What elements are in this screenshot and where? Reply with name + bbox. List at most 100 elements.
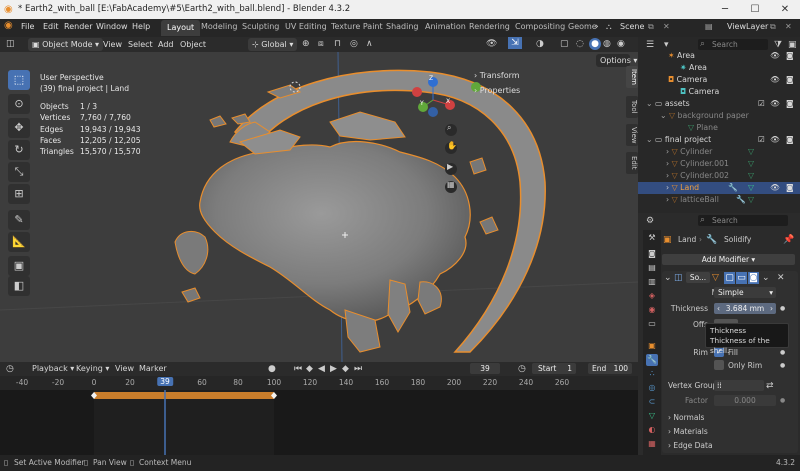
outliner[interactable]: ☰ ▾ Search ⌕ ⧩ ▣ ✶ Area 👁 ◙ ✷ Area ◘ Camer… xyxy=(638,37,800,213)
list-item[interactable]: › ▽ latticeBall 🔧 ▽ xyxy=(638,194,800,206)
edge-data-subpanel[interactable]: › Edge Data xyxy=(668,441,713,450)
eye-icon[interactable]: 👁 xyxy=(770,50,780,62)
cursor-icon[interactable]: ⊙ xyxy=(8,94,30,114)
render-tab-icon[interactable]: ◙ xyxy=(646,248,658,260)
rotate-icon[interactable]: ↻ xyxy=(8,140,30,160)
tool-tab-icon[interactable]: ⚒ xyxy=(646,232,658,244)
collection-tab-icon[interactable]: ▭ xyxy=(646,318,658,330)
record-icon[interactable]: ● xyxy=(268,363,276,375)
texture-tab-icon[interactable]: ▦ xyxy=(646,438,658,450)
proportional-edit-icon[interactable]: ◎ xyxy=(350,38,358,50)
prev-keyframe-icon[interactable]: ◆ xyxy=(306,363,313,375)
list-item[interactable]: › ▽ Cylinder ▽ xyxy=(638,146,800,158)
shading-solid-icon[interactable]: ● xyxy=(589,38,601,50)
edit-mode-cage-icon[interactable]: ▽ xyxy=(712,272,719,284)
tab-layout[interactable]: Layout xyxy=(161,20,201,36)
modifier-delete-icon[interactable]: ✕ xyxy=(777,272,785,284)
eye-icon[interactable]: 👁 xyxy=(770,98,780,110)
scene-close-icon[interactable]: ✕ xyxy=(663,22,670,31)
keying-menu[interactable]: Keying ▾ xyxy=(76,364,109,373)
increment-icon[interactable]: › xyxy=(770,303,773,314)
menu-select[interactable]: Select xyxy=(124,38,157,51)
next-keyframe-icon[interactable]: ◆ xyxy=(342,363,349,375)
visibility-icon[interactable]: 👁 xyxy=(486,38,497,50)
gizmo-y-label[interactable]: Y xyxy=(420,100,424,107)
eye-icon[interactable]: 👁 xyxy=(770,134,780,146)
gizmo-z-label[interactable]: Z xyxy=(429,75,433,82)
camera-render-icon[interactable]: ◙ xyxy=(786,182,794,194)
timeline-ruler[interactable]: -40 -20 0 20 39 60 80 100 120 140 160 18… xyxy=(0,376,638,390)
modifier-menu-icon[interactable]: ⌄ xyxy=(762,272,770,284)
overlay-toggle-icon[interactable]: ◑ xyxy=(536,38,544,50)
keyframe-dot-icon[interactable]: ● xyxy=(780,360,785,372)
keyframe-dot-icon[interactable]: ● xyxy=(780,395,785,407)
jump-end-icon[interactable]: ⏭ xyxy=(354,363,362,375)
menu-render[interactable]: Render xyxy=(64,22,92,31)
jump-start-icon[interactable]: ⏮ xyxy=(294,363,302,375)
gizmo-x-label[interactable]: X xyxy=(446,98,450,105)
tab-compositing[interactable]: Compositing xyxy=(515,22,565,31)
constraints-tab-icon[interactable]: ⊂ xyxy=(646,396,658,408)
minimize-icon[interactable]: ─ xyxy=(710,0,740,19)
select-box-icon[interactable]: ⬚ xyxy=(8,70,30,90)
snap-target-icon[interactable]: ⊓ xyxy=(334,38,341,50)
only-rim-checkbox[interactable] xyxy=(714,360,724,370)
snap-icon[interactable]: ⧈ xyxy=(318,38,324,50)
falloff-icon[interactable]: ∧ xyxy=(366,38,373,50)
menu-object[interactable]: Object xyxy=(176,38,210,51)
object-tab-icon[interactable]: ▣ xyxy=(646,340,658,352)
camera-render-icon[interactable]: ◙ xyxy=(786,98,794,110)
menu-help[interactable]: Help xyxy=(132,22,150,31)
zoom-icon[interactable]: ⌕ xyxy=(447,123,451,133)
playhead-label[interactable]: 39 xyxy=(157,377,173,386)
editor-type-icon[interactable]: ◫ xyxy=(6,38,15,50)
camera-view-icon[interactable]: ▶ xyxy=(447,162,453,171)
list-item[interactable]: ✶ Area 👁 ◙ xyxy=(638,50,800,62)
viewport-display-icon[interactable]: ▭ xyxy=(736,272,747,284)
list-item[interactable]: ▽ Plane xyxy=(638,122,800,134)
world-tab-icon[interactable]: ◉ xyxy=(646,304,658,316)
properties-editor-icon[interactable]: ⚙ xyxy=(646,215,654,227)
scene-name[interactable]: Scene xyxy=(620,22,644,31)
chevron-down-icon[interactable]: ⌄ xyxy=(646,135,655,144)
list-item[interactable]: › ▽ Cylinder.001 ▽ xyxy=(638,158,800,170)
chevron-down-icon[interactable]: ⌄ xyxy=(660,111,669,120)
normals-subpanel[interactable]: › Normals xyxy=(668,413,704,422)
list-item[interactable]: ◘ Camera 👁 ◙ xyxy=(638,74,800,86)
marker-menu[interactable]: Marker xyxy=(139,364,167,373)
modifier-tab-icon[interactable]: 🔧 xyxy=(646,354,658,366)
list-item[interactable]: ⌄ ▭ assets ☑ 👁 ◙ xyxy=(638,98,800,110)
checkbox-icon[interactable]: ☑ xyxy=(758,98,765,110)
timeline-editor-icon[interactable]: ◷ xyxy=(6,363,14,375)
transform-icon[interactable]: ⊞ xyxy=(8,184,30,204)
outliner-search-input[interactable]: Search xyxy=(698,39,768,50)
view-layer-name[interactable]: ViewLayer xyxy=(727,22,768,31)
orientation-dropdown[interactable]: ⊹ Global ▾ xyxy=(248,38,298,51)
measure-icon[interactable]: 📐 xyxy=(8,232,30,252)
shading-wireframe-icon[interactable]: ◌ xyxy=(576,38,584,50)
start-frame-field[interactable]: Start 1 xyxy=(532,363,576,374)
move-icon[interactable]: ✥ xyxy=(8,118,30,138)
play-reverse-icon[interactable]: ◀ xyxy=(318,363,325,375)
chevron-down-icon[interactable]: ⌄ xyxy=(646,99,655,108)
tab-texture-paint[interactable]: Texture Paint xyxy=(331,22,383,31)
menu-view[interactable]: View xyxy=(99,38,126,51)
list-item[interactable]: ⌄ ▽ background paper xyxy=(638,110,800,122)
scale-icon[interactable]: ⤡ xyxy=(8,162,30,182)
list-item[interactable]: ◘ Camera xyxy=(638,86,800,98)
pin-icon[interactable]: 📌 xyxy=(783,234,794,246)
list-item-selected[interactable]: › ▽ Land 🔧 ▽ 👁 ◙ xyxy=(638,182,800,194)
checkbox-icon[interactable]: ☑ xyxy=(758,134,765,146)
tab-item[interactable]: Item xyxy=(626,66,638,88)
list-item[interactable]: ✷ Area xyxy=(638,62,800,74)
workspace-scroll-icon[interactable]: › xyxy=(595,22,599,32)
tab-view[interactable]: View xyxy=(626,124,638,146)
end-frame-field[interactable]: End 100 xyxy=(588,363,632,374)
list-item[interactable]: ⌄ ▭ final project ☑ 👁 ◙ xyxy=(638,134,800,146)
properties-search-input[interactable]: Search xyxy=(698,215,788,226)
output-tab-icon[interactable]: ▤ xyxy=(646,262,658,274)
maximize-icon[interactable]: ☐ xyxy=(740,0,770,19)
add-object-icon[interactable]: ◧ xyxy=(8,276,30,296)
camera-render-icon[interactable]: ◙ xyxy=(786,134,794,146)
particles-tab-icon[interactable]: ∴ xyxy=(646,368,658,380)
